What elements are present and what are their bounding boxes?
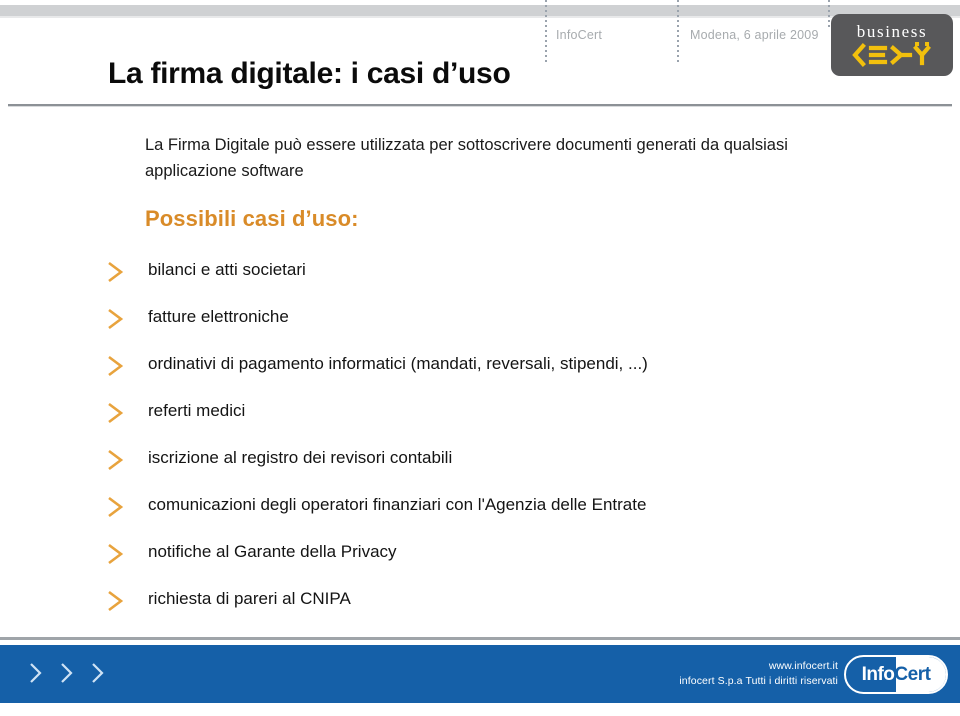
list-item: fatture elettroniche bbox=[100, 302, 940, 349]
infocert-logo-part-info: Info bbox=[861, 663, 895, 685]
list-item-label: notifiche al Garante della Privacy bbox=[148, 542, 397, 561]
dotted-separator-3 bbox=[828, 0, 830, 30]
business-key-logo-word: business bbox=[856, 22, 928, 41]
list-item: comunicazioni degli operatori finanziari… bbox=[100, 490, 940, 537]
page-title: La firma digitale: i casi d’uso bbox=[108, 57, 511, 90]
list-item-label: iscrizione al registro dei revisori cont… bbox=[148, 448, 453, 467]
title-divider-highlight bbox=[8, 106, 952, 107]
list-item: richiesta di pareri al CNIPA bbox=[100, 584, 940, 631]
footer-copyright: infocert S.p.a Tutti i diritti riservati bbox=[679, 675, 838, 687]
footer-website[interactable]: www.infocert.it bbox=[679, 659, 838, 674]
chevron-right-icon bbox=[90, 662, 104, 684]
list-item-label: richiesta di pareri al CNIPA bbox=[148, 589, 351, 608]
infocert-logo-part-cert: Cert bbox=[894, 663, 931, 685]
list-item: referti medici bbox=[100, 396, 940, 443]
top-band-shadow bbox=[0, 16, 960, 18]
chevron-right-icon bbox=[59, 662, 73, 684]
list-item: iscrizione al registro dei revisori cont… bbox=[100, 443, 940, 490]
use-case-list: bilanci e atti societari fatture elettro… bbox=[100, 255, 940, 631]
dotted-separator-2 bbox=[677, 0, 679, 62]
header-org-label: InfoCert bbox=[556, 28, 603, 42]
chevron-right-icon bbox=[103, 307, 127, 331]
subheading: Possibili casi d’uso: bbox=[145, 206, 359, 231]
chevron-right-icon bbox=[28, 662, 42, 684]
top-gray-band bbox=[0, 5, 960, 16]
bottom-margin bbox=[0, 703, 960, 716]
list-item: ordinativi di pagamento informatici (man… bbox=[100, 349, 940, 396]
chevron-right-icon bbox=[103, 448, 127, 472]
chevron-right-icon bbox=[103, 495, 127, 519]
business-key-logo-key bbox=[831, 42, 953, 68]
list-item-label: bilanci e atti societari bbox=[148, 260, 306, 279]
list-item-label: fatture elettroniche bbox=[148, 307, 289, 326]
chevron-right-icon bbox=[103, 401, 127, 425]
list-item: notifiche al Garante della Privacy bbox=[100, 537, 940, 584]
list-item: bilanci e atti societari bbox=[100, 255, 940, 302]
list-item-label: comunicazioni degli operatori finanziari… bbox=[148, 495, 647, 514]
business-key-logo: business bbox=[831, 14, 953, 76]
chevron-right-icon bbox=[103, 354, 127, 378]
slide: InfoCert Modena, 6 aprile 2009 business … bbox=[0, 0, 960, 716]
infocert-logo-wordmark: Info Cert bbox=[846, 657, 946, 692]
chevron-right-icon bbox=[103, 589, 127, 613]
intro-paragraph: La Firma Digitale può essere utilizzata … bbox=[145, 136, 788, 180]
footer-text-block: www.infocert.it infocert S.p.a Tutti i d… bbox=[679, 659, 838, 689]
dotted-separator-1 bbox=[545, 0, 547, 62]
chevron-right-icon bbox=[103, 260, 127, 284]
header-event-date: Modena, 6 aprile 2009 bbox=[690, 28, 819, 42]
chevron-right-icon bbox=[103, 542, 127, 566]
list-item-label: ordinativi di pagamento informatici (man… bbox=[148, 354, 648, 373]
footer-divider bbox=[0, 637, 960, 640]
list-item-label: referti medici bbox=[148, 401, 246, 420]
infocert-logo: Info Cert bbox=[844, 655, 948, 694]
footer-bar: www.infocert.it infocert S.p.a Tutti i d… bbox=[0, 645, 960, 703]
footer-chevron-group bbox=[28, 662, 104, 684]
